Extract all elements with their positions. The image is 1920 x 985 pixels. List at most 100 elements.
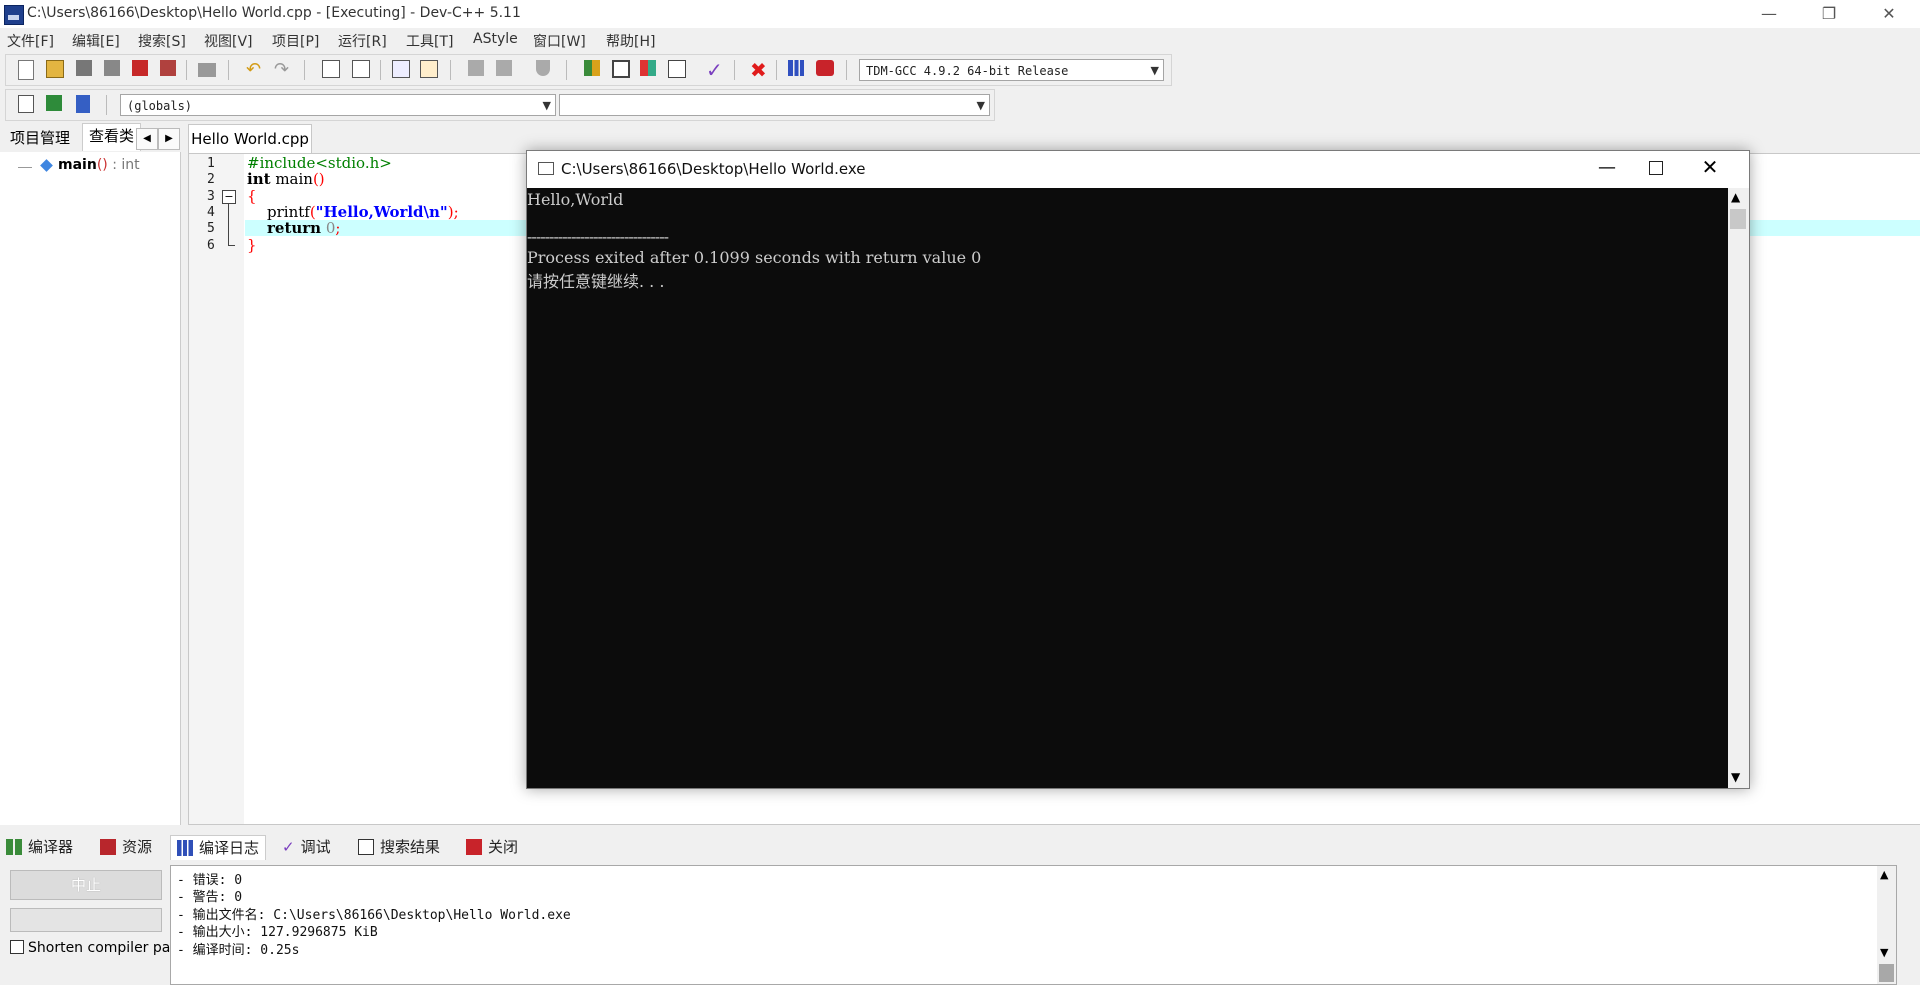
console-line: --------------------------------	[527, 227, 669, 246]
comment-icon[interactable]	[536, 60, 550, 76]
search-icon	[358, 839, 374, 855]
unindent-icon[interactable]	[420, 60, 438, 78]
print-icon[interactable]	[198, 63, 216, 77]
syntax-check-icon[interactable]: ✓	[706, 60, 726, 80]
scroll-down-icon[interactable]: ▼	[1731, 770, 1740, 784]
indent-icon[interactable]	[392, 60, 410, 78]
code-line-5: return 0;	[267, 219, 340, 237]
menu-astyle[interactable]: AStyle	[473, 31, 518, 47]
tab-label: 调试	[300, 838, 331, 856]
check-icon: ✓	[282, 838, 295, 856]
close-button[interactable]: ✕	[1860, 0, 1918, 28]
scroll-thumb[interactable]	[1879, 964, 1894, 982]
tab-close[interactable]: 关闭	[466, 835, 518, 859]
line-number: 1	[207, 156, 215, 171]
keyword-token: int	[247, 170, 271, 188]
menu-bar: 文件[F] 编辑[E] 搜索[S] 视图[V] 项目[P] 运行[R] 工具[T…	[0, 28, 1920, 52]
console-minimize-button[interactable]: —	[1592, 157, 1622, 178]
menu-edit[interactable]: 编辑[E]	[72, 31, 120, 51]
run-icon[interactable]	[612, 60, 630, 78]
code-line-2: int main()	[247, 170, 325, 188]
close-icon	[466, 839, 482, 855]
tab-resources[interactable]: 资源	[100, 835, 152, 859]
restore-button[interactable]: ❐	[1800, 0, 1858, 28]
menu-file[interactable]: 文件[F]	[7, 31, 54, 51]
menu-search[interactable]: 搜索[S]	[138, 31, 186, 51]
line-number: 5	[207, 221, 215, 236]
menu-help[interactable]: 帮助[H]	[606, 31, 655, 51]
undo-icon[interactable]: ↶	[246, 60, 266, 80]
menu-window[interactable]: 窗口[W]	[533, 31, 586, 51]
console-app-icon	[538, 162, 554, 175]
goto-icon[interactable]	[46, 95, 62, 111]
profile-icon[interactable]	[788, 60, 804, 76]
menu-project[interactable]: 项目[P]	[272, 31, 319, 51]
bookmark-next-icon[interactable]	[496, 60, 512, 76]
scroll-up-icon[interactable]: ▲	[1731, 190, 1740, 204]
insert-icon[interactable]	[18, 95, 34, 113]
scroll-thumb[interactable]	[1730, 209, 1746, 229]
tab-class-browser[interactable]: 查看类	[82, 123, 142, 151]
code-line-3: {	[247, 187, 257, 205]
bookmark-prev-icon[interactable]	[468, 60, 484, 76]
menu-run[interactable]: 运行[R]	[338, 31, 387, 51]
abort-button[interactable]: 中止	[10, 870, 162, 900]
chevron-down-icon: ▼	[976, 99, 985, 112]
tab-compiler[interactable]: 编译器	[6, 835, 73, 859]
tab-debug[interactable]: ✓ 调试	[282, 835, 331, 859]
compile-icon[interactable]	[584, 60, 600, 76]
console-close-button[interactable]: ✕	[1695, 155, 1725, 179]
title-bar: C:\Users\86166\Desktop\Hello World.cpp -…	[0, 0, 1920, 28]
tree-item-main[interactable]: main() : int	[58, 157, 140, 173]
scope-select[interactable]: (globals) ▼	[120, 94, 556, 116]
tab-label: 编译日志	[199, 839, 260, 857]
delete-profile-icon[interactable]	[816, 60, 834, 76]
menu-view[interactable]: 视图[V]	[204, 31, 253, 51]
close-all-icon[interactable]	[160, 60, 176, 76]
tab-label: 搜索结果	[380, 838, 441, 856]
new-file-icon[interactable]	[18, 60, 34, 80]
editor-tab-hello-world[interactable]: Hello World.cpp	[188, 124, 312, 154]
checkbox-box[interactable]	[10, 940, 24, 954]
compiler-select[interactable]: TDM-GCC 4.9.2 64-bit Release ▼	[859, 59, 1164, 81]
line-number: 2	[207, 172, 215, 187]
fold-marker-icon[interactable]: −	[222, 190, 236, 204]
close-file-icon[interactable]	[132, 60, 148, 76]
console-maximize-button[interactable]	[1649, 161, 1663, 175]
console-line: Hello,World	[527, 190, 624, 209]
toggle-bookmark-icon[interactable]	[76, 95, 90, 113]
console-window[interactable]: C:\Users\86166\Desktop\Hello World.exe —…	[526, 150, 1750, 789]
rebuild-icon[interactable]	[668, 60, 686, 78]
tab-compile-log[interactable]: 编译日志	[170, 835, 267, 860]
find-icon[interactable]	[322, 60, 340, 78]
compile-run-icon[interactable]	[640, 60, 656, 76]
class-browser-panel: main() : int	[0, 152, 181, 825]
scroll-down-icon[interactable]: ▼	[1880, 946, 1888, 959]
number-token: 0	[321, 219, 336, 237]
console-scrollbar[interactable]: ▲ ▼	[1728, 188, 1749, 788]
save-all-icon[interactable]	[104, 60, 120, 76]
stop-execution-icon[interactable]: ✖	[750, 60, 770, 80]
shorten-compiler-paths-checkbox[interactable]: Shorten compiler pa	[10, 940, 170, 960]
menu-tools[interactable]: 工具[T]	[406, 31, 453, 51]
function-select[interactable]: ▼	[559, 94, 990, 116]
line-number-gutter: 1 2 3 4 5 6 −	[189, 154, 244, 824]
scroll-up-icon[interactable]: ▲	[1880, 868, 1888, 881]
open-file-icon[interactable]	[46, 60, 64, 78]
console-title-bar: C:\Users\86166\Desktop\Hello World.exe —…	[527, 151, 1749, 188]
tab-project-manager[interactable]: 项目管理	[4, 126, 77, 150]
toolbar-separator	[846, 60, 847, 80]
devcpp-app-icon	[4, 5, 24, 25]
toolbar-separator	[304, 60, 305, 80]
tab-scroll-right-icon[interactable]: ▶	[158, 128, 180, 150]
log-scrollbar[interactable]: ▲ ▼	[1877, 866, 1896, 984]
toolbar-separator	[450, 60, 451, 80]
redo-icon[interactable]: ↷	[274, 60, 294, 80]
tab-search-results[interactable]: 搜索结果	[358, 835, 440, 859]
tree-item-args: ()	[96, 157, 108, 173]
save-icon[interactable]	[76, 60, 92, 76]
toolbar-separator	[734, 60, 735, 80]
tab-scroll-left-icon[interactable]: ◀	[136, 128, 158, 150]
replace-icon[interactable]	[352, 60, 370, 78]
minimize-button[interactable]: —	[1740, 0, 1798, 28]
